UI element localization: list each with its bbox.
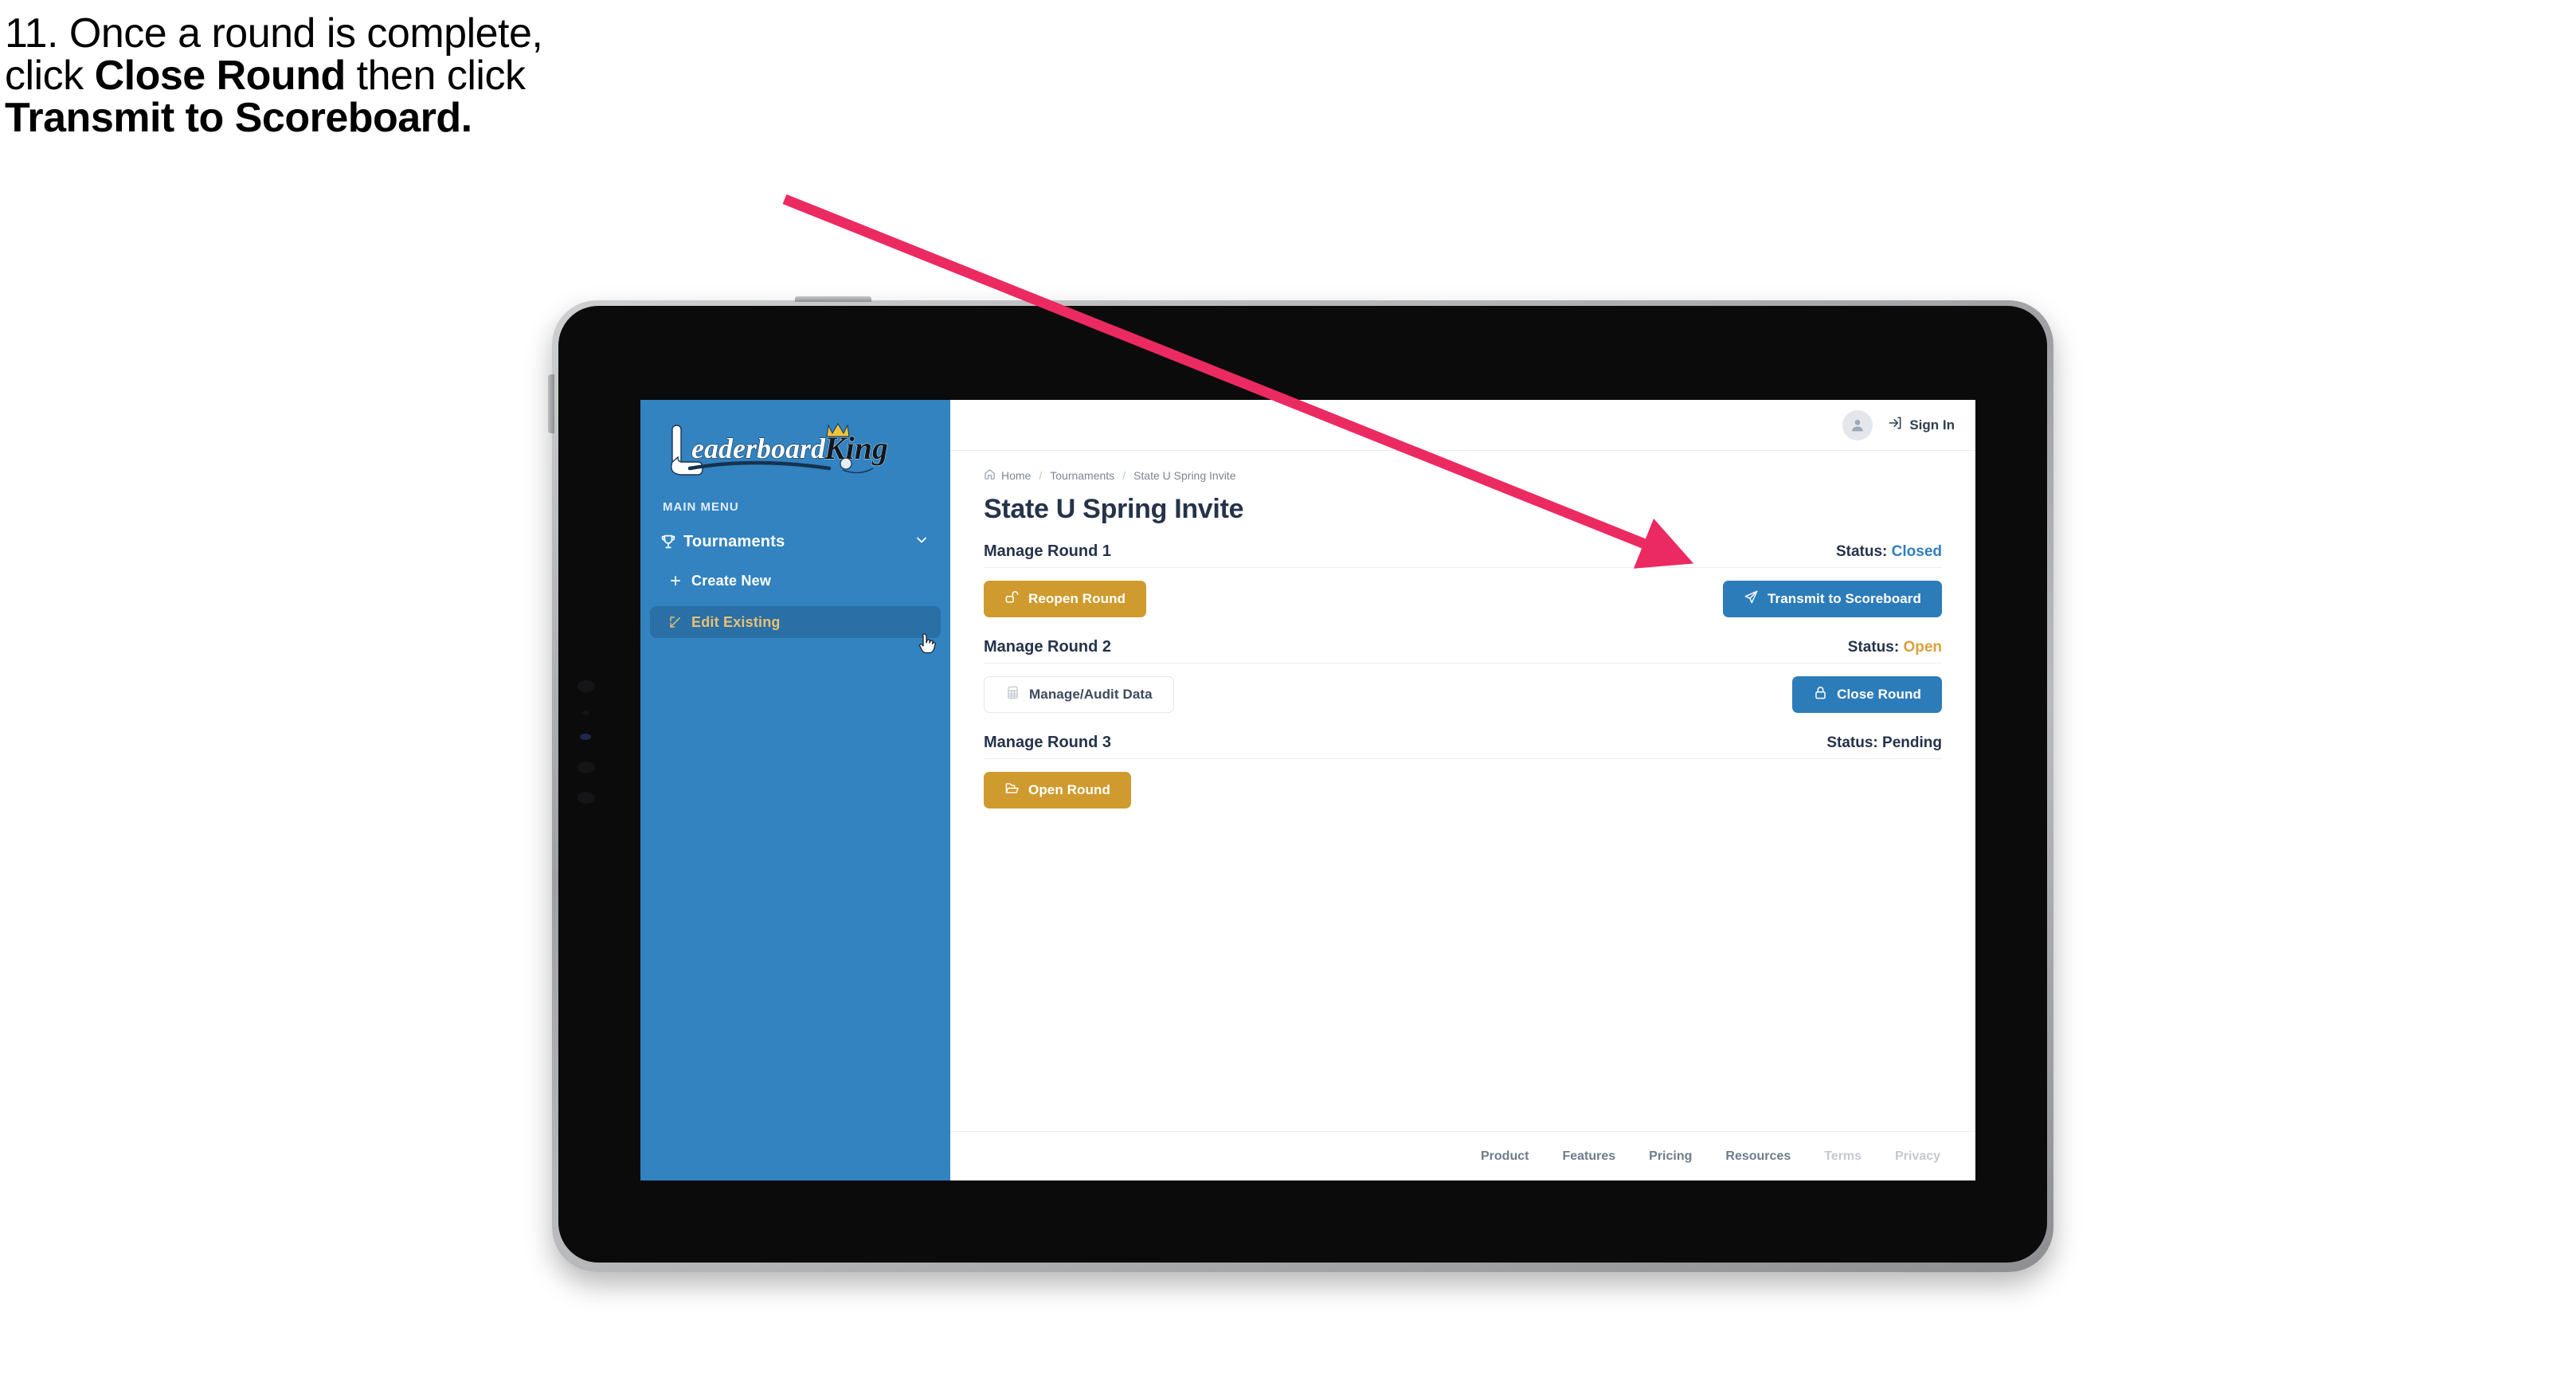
footer-link-features[interactable]: Features (1562, 1149, 1615, 1164)
tablet-sensor-dot (577, 762, 595, 773)
sign-in-button[interactable]: Sign In (1887, 415, 1955, 435)
caption-line-2-post: then click (345, 53, 526, 100)
caption-line-1: 11. Once a round is complete, (5, 10, 543, 57)
page-body: Home / Tournaments / State U Spring Invi… (950, 451, 1975, 808)
round-header: Manage Round 3 Status: Pending (984, 734, 1942, 758)
mouse-cursor-pointer (918, 632, 938, 656)
footer-link-pricing[interactable]: Pricing (1649, 1149, 1692, 1164)
svg-text:King: King (824, 430, 888, 466)
round-actions: Reopen Round Transmit to Scoreboard (984, 568, 1942, 617)
footer-link-resources[interactable]: Resources (1725, 1149, 1791, 1164)
top-bar: Sign In (950, 400, 1975, 451)
round-status: Status: Closed (1836, 543, 1942, 561)
sidebar-item-tournaments[interactable]: Tournaments (640, 528, 950, 555)
transmit-to-scoreboard-button[interactable]: Transmit to Scoreboard (1722, 581, 1942, 617)
breadcrumb-separator: / (1122, 469, 1126, 482)
breadcrumb-item-current: State U Spring Invite (1133, 469, 1236, 482)
sidebar-item-label: Create New (691, 572, 772, 589)
paper-plane-icon (1744, 589, 1759, 609)
round-section-2: Manage Round 2 Status: Open Manage/Audit… (984, 638, 1942, 713)
footer-link-privacy[interactable]: Privacy (1895, 1149, 1940, 1164)
lock-icon (1813, 685, 1828, 704)
open-round-button[interactable]: Open Round (984, 772, 1131, 808)
round-section-3: Manage Round 3 Status: Pending Open Roun… (984, 734, 1942, 808)
breadcrumb-item-home[interactable]: Home (984, 468, 1031, 483)
svg-text:eaderboard: eaderboard (691, 433, 826, 464)
unlock-icon (1004, 589, 1020, 609)
sign-in-label: Sign In (1909, 417, 1955, 433)
round-actions: Open Round (984, 759, 1942, 808)
round-section-1: Manage Round 1 Status: Closed Reopen Rou… (984, 542, 1942, 617)
instruction-caption: 11. Once a round is complete, click Clos… (5, 10, 841, 139)
round-status: Status: Pending (1826, 734, 1942, 752)
sidebar-item-edit-existing[interactable]: Edit Existing (650, 606, 941, 638)
button-label: Manage/Audit Data (1029, 687, 1153, 702)
status-value: Pending (1882, 734, 1942, 751)
round-title: Manage Round 3 (984, 734, 1112, 751)
caption-line-2: click Close Round then click (5, 55, 841, 97)
tablet-screen: eaderboard King MAIN MENU Tournaments Cr… (640, 400, 1975, 1180)
button-label: Open Round (1028, 782, 1110, 797)
breadcrumb-separator: / (1039, 469, 1043, 482)
tablet-top-button[interactable] (795, 296, 871, 302)
footer: Product Features Pricing Resources Terms… (950, 1131, 1975, 1180)
table-grid-icon (1005, 685, 1020, 704)
caption-line-3: Transmit to Scoreboard. (5, 97, 841, 139)
manage-audit-data-button[interactable]: Manage/Audit Data (984, 676, 1174, 713)
close-round-button[interactable]: Close Round (1792, 676, 1942, 713)
footer-link-terms[interactable]: Terms (1824, 1149, 1862, 1164)
leaderboardking-logo[interactable]: eaderboard King (661, 414, 900, 483)
page-title: State U Spring Invite (984, 494, 1244, 524)
button-label: Reopen Round (1028, 591, 1126, 606)
sidebar: eaderboard King MAIN MENU Tournaments Cr… (640, 400, 950, 1180)
status-label: Status: (1826, 734, 1878, 751)
status-label: Status: (1847, 639, 1900, 656)
sidebar-item-create-new[interactable]: Create New (650, 565, 941, 597)
trophy-icon (660, 533, 683, 550)
round-status: Status: Open (1848, 639, 1942, 656)
tablet-device: eaderboard King MAIN MENU Tournaments Cr… (548, 296, 2053, 1272)
status-label: Status: (1835, 543, 1888, 560)
page-root: 11. Once a round is complete, click Clos… (0, 0, 2576, 1386)
sidebar-section-label: MAIN MENU (663, 500, 739, 514)
breadcrumb-label: Home (1001, 469, 1032, 482)
tablet-bezel: eaderboard King MAIN MENU Tournaments Cr… (558, 306, 2047, 1263)
breadcrumb: Home / Tournaments / State U Spring Invi… (984, 468, 1942, 483)
plus-icon (660, 574, 691, 588)
open-folder-icon (1004, 781, 1020, 800)
main-content: Sign In Home / Tournaments / State U Spr… (950, 400, 1975, 1180)
tablet-sensor-dot (582, 711, 589, 715)
user-avatar-icon[interactable] (1842, 409, 1873, 440)
edit-pencil-icon (660, 615, 691, 629)
round-title: Manage Round 1 (984, 542, 1112, 560)
status-value: Open (1903, 639, 1942, 656)
caption-bold-close-round: Close Round (94, 53, 346, 100)
sidebar-item-label: Edit Existing (691, 613, 781, 630)
footer-link-product[interactable]: Product (1481, 1149, 1529, 1164)
status-value: Closed (1891, 543, 1942, 560)
sign-in-arrow-icon (1887, 415, 1903, 435)
round-actions: Manage/Audit Data Close Round (984, 664, 1942, 713)
caption-line-2-pre: click (5, 53, 95, 100)
tablet-sensor-dot (577, 680, 595, 692)
chevron-down-icon[interactable] (914, 532, 930, 552)
button-label: Transmit to Scoreboard (1767, 591, 1921, 606)
breadcrumb-item-tournaments[interactable]: Tournaments (1050, 469, 1114, 482)
caption-bold-transmit: Transmit to Scoreboard. (5, 95, 472, 142)
home-icon (984, 468, 996, 483)
button-label: Close Round (1837, 687, 1921, 702)
tablet-camera-dot (580, 734, 591, 740)
tablet-side-button[interactable] (548, 374, 554, 433)
round-header: Manage Round 1 Status: Closed (984, 542, 1942, 567)
round-title: Manage Round 2 (984, 638, 1112, 656)
tablet-sensor-dot (577, 792, 595, 804)
round-header: Manage Round 2 Status: Open (984, 638, 1942, 663)
reopen-round-button[interactable]: Reopen Round (984, 581, 1147, 617)
sidebar-item-label: Tournaments (683, 532, 785, 550)
